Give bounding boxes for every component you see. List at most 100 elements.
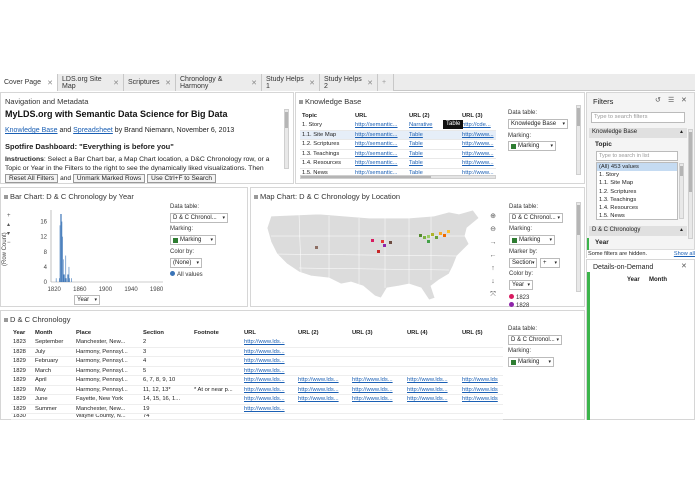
url-cell[interactable]: http://www... xyxy=(460,130,496,140)
url-cell[interactable] xyxy=(242,413,296,420)
bar[interactable] xyxy=(66,278,67,282)
url-cell[interactable] xyxy=(460,366,503,376)
url-cell[interactable]: http://semantic... xyxy=(353,158,407,169)
filter-group-header[interactable]: Knowledge Base ▲ xyxy=(589,128,687,138)
bar[interactable] xyxy=(69,278,70,282)
url-cell[interactable] xyxy=(405,337,460,348)
bar[interactable] xyxy=(64,274,65,282)
data-table-select[interactable]: D & C Chronol... ▾ xyxy=(509,213,563,223)
bar[interactable] xyxy=(55,278,57,282)
topic-list-item[interactable]: 1. Story xyxy=(597,171,677,179)
url-cell[interactable]: http://www.lds... xyxy=(242,337,296,348)
color-by-select[interactable]: (None) ▾ xyxy=(170,258,202,268)
data-table-select[interactable]: D & C Chronol... ▾ xyxy=(170,213,228,223)
search-hint-button[interactable]: Use Ctrl+F to Search xyxy=(147,174,217,183)
filters-scrollbar[interactable] xyxy=(688,129,693,239)
bar[interactable] xyxy=(62,259,64,282)
url-cell[interactable]: Table xyxy=(407,149,460,159)
map-legend-scrollbar[interactable] xyxy=(576,202,581,292)
table-row[interactable]: 1829 Summer Manchester, New... 19 http://www… xyxy=(11,404,503,414)
url-cell[interactable]: Table xyxy=(407,158,460,169)
drag-handle-icon[interactable] xyxy=(299,100,303,104)
collapse-icon[interactable]: ▲ xyxy=(679,227,684,233)
url-cell[interactable] xyxy=(405,366,460,376)
data-table-select[interactable]: D & C Chronol... ▾ xyxy=(508,335,562,345)
url-cell[interactable] xyxy=(350,347,405,357)
url-cell[interactable]: http://www.lds... xyxy=(405,375,460,386)
filter-group-header[interactable]: D & C Chronology ▲ xyxy=(589,226,687,236)
url-cell[interactable] xyxy=(460,337,503,348)
unmark-rows-button[interactable]: Unmark Marked Rows xyxy=(72,174,146,183)
url-cell[interactable] xyxy=(405,413,460,420)
url-cell[interactable] xyxy=(405,347,460,357)
x-axis-select[interactable]: Year ▾ xyxy=(74,295,100,305)
zoom-out-icon[interactable]: ⊖ xyxy=(489,223,497,236)
url-cell[interactable] xyxy=(405,356,460,367)
bar[interactable] xyxy=(59,278,60,282)
pan-up-icon[interactable]: ↑ xyxy=(489,262,497,275)
bar[interactable] xyxy=(68,266,70,282)
nav-scrollbar[interactable] xyxy=(284,109,289,169)
table-row[interactable]: 1829 February Harmony, Pennsyl... 4 http://w… xyxy=(11,356,503,367)
url-cell[interactable]: http://semantic... xyxy=(353,149,407,159)
table-row[interactable]: 1.3. Teachings http://semantic... Table htt… xyxy=(300,149,496,159)
url-cell[interactable]: http://www.lds... xyxy=(242,404,296,414)
bar[interactable] xyxy=(62,236,63,282)
us-map[interactable] xyxy=(259,206,489,304)
url-cell[interactable]: http://www.lds... xyxy=(350,375,405,386)
table-row[interactable]: 1823 September Manchester, New... 2 http://w… xyxy=(11,337,503,348)
table-row[interactable]: 1828 July Harmony, Pennsyl... 3 http://www.l… xyxy=(11,347,503,357)
column-header[interactable]: URL (5) xyxy=(460,328,503,338)
column-header[interactable]: URL (3) xyxy=(350,328,405,338)
url-cell[interactable]: http://www.lds xyxy=(460,394,503,405)
reset-icon[interactable]: ↺ xyxy=(655,96,661,104)
table-row[interactable]: 1.4. Resources http://semantic... Table htt… xyxy=(300,158,496,169)
table-row[interactable]: 1.2. Scriptures http://semantic... Table ht… xyxy=(300,139,496,150)
collapse-icon[interactable]: ▲ xyxy=(679,129,684,135)
url-cell[interactable]: http://www.lds... xyxy=(350,385,405,395)
drag-handle-icon[interactable] xyxy=(254,195,258,199)
spreadsheet-link[interactable]: Spreadsheet xyxy=(73,127,113,134)
url-cell[interactable]: http://www.lds... xyxy=(242,375,296,386)
column-header[interactable]: Topic xyxy=(300,111,353,121)
marking-select[interactable]: Marking ▾ xyxy=(508,141,556,151)
tab-3[interactable]: Scriptures ✕ xyxy=(124,74,176,91)
url-cell[interactable] xyxy=(350,404,405,414)
url-cell[interactable] xyxy=(296,347,350,357)
url-cell[interactable] xyxy=(296,413,350,420)
kb-scrollbar[interactable] xyxy=(576,105,581,175)
marking-select[interactable]: Marking ▾ xyxy=(170,235,216,245)
topic-list-item[interactable]: 1.2. Scriptures xyxy=(597,188,677,196)
tab-2[interactable]: LDS.org Site Map ✕ xyxy=(58,74,124,91)
drag-handle-icon[interactable] xyxy=(4,318,8,322)
url-cell[interactable] xyxy=(350,413,405,420)
close-tab-icon[interactable]: ✕ xyxy=(113,79,119,87)
url-cell[interactable]: http://www.lds xyxy=(460,375,503,386)
url-cell[interactable]: http://www.lds... xyxy=(242,385,296,395)
bar[interactable] xyxy=(60,214,61,282)
url-cell[interactable] xyxy=(460,413,503,420)
url-cell[interactable]: http://www... xyxy=(460,149,496,159)
column-header[interactable]: Place xyxy=(74,328,141,338)
tab-4[interactable]: Chronology & Harmony ✕ xyxy=(176,74,262,91)
table-row[interactable]: 1829 March Harmony, Pennsyl... 5 http://www.… xyxy=(11,366,503,376)
url-cell[interactable]: http://semantic... xyxy=(353,120,407,131)
url-cell[interactable]: http://cde... xyxy=(460,120,496,131)
url-cell[interactable] xyxy=(460,356,503,367)
reset-all-filters-button[interactable]: Reset All Filters xyxy=(5,174,59,183)
marking-select[interactable]: Marking ▾ xyxy=(509,235,555,245)
column-header[interactable]: Footnote xyxy=(192,328,242,338)
url-cell[interactable]: http://www.lds... xyxy=(296,375,350,386)
column-header[interactable]: URL (2) xyxy=(296,328,350,338)
url-cell[interactable] xyxy=(296,404,350,414)
bar[interactable] xyxy=(59,225,61,282)
table-row[interactable]: 1829 April Harmony, Pennsyl... 6, 7, 8, 9, … xyxy=(11,375,503,386)
column-header[interactable]: Year xyxy=(11,328,33,338)
pan-left-icon[interactable]: ← xyxy=(489,249,497,262)
column-header[interactable]: URL (4) xyxy=(405,328,460,338)
zoom-in-icon[interactable]: ⊕ xyxy=(489,210,497,223)
url-cell[interactable]: http://www.lds... xyxy=(242,394,296,405)
tab-1[interactable]: Cover Page ✕ xyxy=(0,74,58,91)
knowledge-base-link[interactable]: Knowledge Base xyxy=(5,127,58,134)
url-cell[interactable]: http://www.lds... xyxy=(350,394,405,405)
